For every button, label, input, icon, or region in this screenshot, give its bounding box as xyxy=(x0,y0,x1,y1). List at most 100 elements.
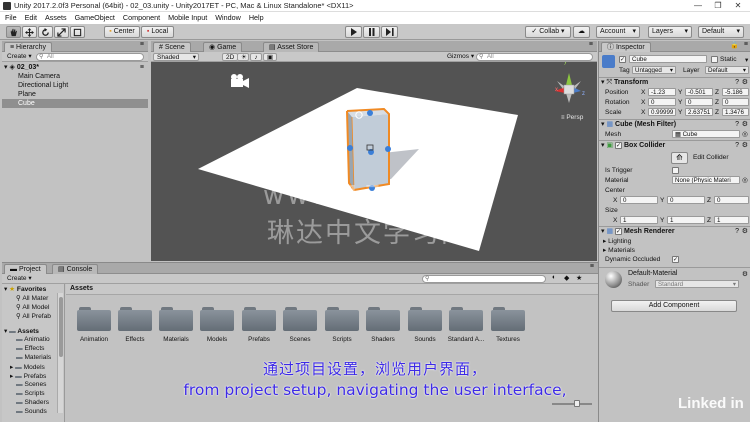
size-y-field[interactable]: 1 xyxy=(667,216,705,224)
hierarchy-search-input[interactable]: All xyxy=(36,53,144,61)
filter-by-type-icon[interactable]: ◐ xyxy=(552,274,556,281)
settings-gear-icon[interactable]: ⚙ xyxy=(742,78,748,88)
menu-gameobject[interactable]: GameObject xyxy=(71,12,119,24)
layout-dropdown[interactable]: Default ▾ xyxy=(698,26,744,38)
position-x-field[interactable]: -1.23 xyxy=(648,88,676,96)
tab-hierarchy[interactable]: ≡ Hierarchy xyxy=(4,42,52,52)
hand-tool-icon[interactable] xyxy=(6,26,21,38)
menu-mobile-input[interactable]: Mobile Input xyxy=(164,12,211,24)
favorite-star-icon[interactable]: ★ xyxy=(576,274,582,282)
play-button[interactable] xyxy=(345,26,362,38)
materials-foldout[interactable]: ▸ Materials xyxy=(603,246,635,254)
tree-item-shaders[interactable]: ▬ Shaders xyxy=(16,399,49,406)
settings-gear-icon[interactable]: ⚙ xyxy=(742,227,748,237)
active-checkbox[interactable]: ✓ xyxy=(619,56,626,63)
object-picker-icon[interactable]: ◎ xyxy=(742,176,748,184)
position-z-field[interactable]: -5.186 xyxy=(722,88,749,96)
2d-toggle[interactable]: 2D xyxy=(222,53,239,61)
scale-tool-icon[interactable] xyxy=(54,26,69,38)
scale-x-field[interactable]: 0.99999 xyxy=(648,108,676,116)
help-icon[interactable]: ? xyxy=(735,78,739,88)
project-search-input[interactable] xyxy=(422,275,546,283)
pivot-space-toggle[interactable]: ▪ Local xyxy=(141,26,174,38)
favorite-all-prefabs[interactable]: ⚲ All Prefab xyxy=(16,312,51,320)
mesh-filter-header[interactable]: ▾ ▦ Cube (Mesh Filter) ? ⚙ xyxy=(599,119,750,130)
project-create-button[interactable]: Create ▾ xyxy=(4,275,35,283)
static-dropdown-icon[interactable]: ▾ xyxy=(745,56,748,64)
panel-menu-icon[interactable]: ≡ xyxy=(744,41,748,48)
collab-dropdown[interactable]: ✓ Collab ▾ xyxy=(525,26,571,38)
hierarchy-create-button[interactable]: Create ▾ xyxy=(4,53,35,61)
scene-search-input[interactable]: All xyxy=(476,53,593,61)
tree-scrollbar-thumb[interactable] xyxy=(59,297,63,357)
center-y-field[interactable]: 0 xyxy=(667,196,705,204)
menu-help[interactable]: Help xyxy=(245,12,268,24)
close-button[interactable]: ✕ xyxy=(728,0,748,12)
settings-gear-icon[interactable]: ⚙ xyxy=(742,270,748,278)
mesh-renderer-header[interactable]: ▾ ▦ ✓ Mesh Renderer ? ⚙ xyxy=(599,226,750,237)
box-collider-header[interactable]: ▾ ▣ ✓ Box Collider ? ⚙ xyxy=(599,140,750,151)
help-icon[interactable]: ? xyxy=(735,120,739,130)
audio-toggle-icon[interactable]: ♪ xyxy=(250,53,262,61)
menu-component[interactable]: Component xyxy=(119,12,164,24)
size-x-field[interactable]: 1 xyxy=(620,216,658,224)
position-y-field[interactable]: -0.501 xyxy=(685,88,713,96)
favorites-foldout[interactable]: ▾ ★ Favorites xyxy=(4,285,46,293)
maximize-button[interactable]: ❐ xyxy=(708,0,728,12)
add-component-button[interactable]: Add Component xyxy=(611,300,737,312)
size-z-field[interactable]: 1 xyxy=(714,216,749,224)
favorite-all-models[interactable]: ⚲ All Model xyxy=(16,303,49,311)
menu-window[interactable]: Window xyxy=(211,12,245,24)
pause-button[interactable] xyxy=(363,26,380,38)
step-button[interactable] xyxy=(381,26,398,38)
filter-by-label-icon[interactable]: ◆ xyxy=(564,274,569,282)
hierarchy-item-plane[interactable]: Plane xyxy=(2,90,148,99)
panel-menu-icon[interactable]: ≡ xyxy=(140,41,144,48)
minimize-button[interactable]: — xyxy=(688,0,708,12)
object-picker-icon[interactable]: ◎ xyxy=(742,130,748,138)
scale-y-field[interactable]: 2.63751 xyxy=(685,108,713,116)
dynamic-occluded-checkbox[interactable]: ✓ xyxy=(672,256,679,263)
effects-toggle-icon[interactable]: ▣ xyxy=(263,53,277,61)
shading-mode-dropdown[interactable]: Shaded ▾ xyxy=(153,53,199,61)
menu-edit[interactable]: Edit xyxy=(21,12,41,24)
cloud-button[interactable]: ☁ xyxy=(573,26,590,38)
panel-menu-icon[interactable]: ≡ xyxy=(590,263,594,270)
box-collider-enabled-checkbox[interactable]: ✓ xyxy=(615,141,623,149)
hierarchy-item-main-camera[interactable]: Main Camera xyxy=(2,72,148,81)
rotation-y-field[interactable]: 0 xyxy=(685,98,713,106)
breadcrumb-assets[interactable]: Assets xyxy=(70,285,93,292)
lighting-toggle-icon[interactable]: ☀ xyxy=(237,53,249,61)
help-icon[interactable]: ? xyxy=(735,227,739,237)
settings-gear-icon[interactable]: ⚙ xyxy=(742,141,748,151)
lock-icon[interactable]: 🔒 xyxy=(730,41,739,49)
panel-menu-icon[interactable]: ≡ xyxy=(589,41,593,48)
rotation-z-field[interactable]: 0 xyxy=(722,98,749,106)
layers-dropdown[interactable]: Layers ▾ xyxy=(648,26,692,38)
gizmos-dropdown[interactable]: Gizmos ▾ xyxy=(444,53,477,61)
hierarchy-item-cube[interactable]: Cube xyxy=(2,99,148,108)
tab-inspector[interactable]: ⓘ Inspector xyxy=(601,42,651,52)
tab-project[interactable]: ▬ Project xyxy=(4,264,47,274)
rotation-x-field[interactable]: 0 xyxy=(648,98,676,106)
mesh-renderer-enabled-checkbox[interactable]: ✓ xyxy=(615,227,623,235)
pivot-center-toggle[interactable]: ▪ Center xyxy=(104,26,140,38)
icon-size-slider-thumb[interactable] xyxy=(574,400,580,407)
favorite-all-materials[interactable]: ⚲ All Mater xyxy=(16,294,48,302)
layer-dropdown[interactable]: Default ▾ xyxy=(705,66,749,74)
object-name-field[interactable]: Cube xyxy=(629,55,707,63)
assets-root-foldout[interactable]: ▾ ▬ Assets xyxy=(4,327,39,335)
rect-tool-icon[interactable] xyxy=(70,26,85,38)
tree-item-animation[interactable]: ▬ Animatio xyxy=(16,336,50,343)
scale-z-field[interactable]: 1.3476 xyxy=(722,108,749,116)
tree-item-sounds[interactable]: ▬ Sounds xyxy=(16,408,47,415)
account-dropdown[interactable]: Account ▾ xyxy=(596,26,640,38)
icon-size-slider[interactable] xyxy=(552,400,592,407)
shader-dropdown[interactable]: Standard ▾ xyxy=(655,280,739,288)
scene-menu-icon[interactable]: ≡ xyxy=(140,63,144,72)
tab-console[interactable]: ▤ Console xyxy=(52,264,99,274)
move-tool-icon[interactable] xyxy=(22,26,37,38)
help-icon[interactable]: ? xyxy=(735,141,739,151)
center-x-field[interactable]: 0 xyxy=(620,196,658,204)
scene-root-item[interactable]: ▾ ◈ 02_03* ≡ xyxy=(2,63,148,72)
